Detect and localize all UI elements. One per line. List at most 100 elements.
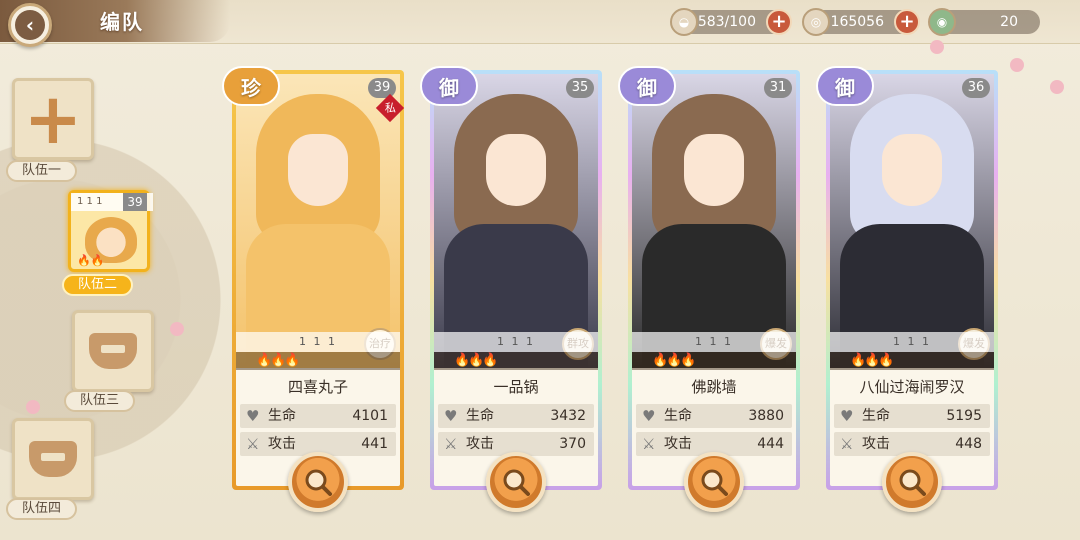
card-body: 36 爆发 1 1 1 🔥🔥🔥 八仙过海闹罗汉 ♥ 生命 5195 ⚔ 攻击 4… <box>830 74 994 486</box>
card-body: 35 群攻 1 1 1 🔥🔥🔥 一品锅 ♥ 生命 3432 ⚔ 攻击 370 <box>434 74 598 486</box>
character-card[interactable]: 31 爆发 1 1 1 🔥🔥🔥 佛跳墙 ♥ 生命 3880 ⚔ 攻击 444 御 <box>618 66 800 512</box>
seasoning-row: 1 1 1 <box>236 332 400 352</box>
flame-icon: 🔥🔥🔥 <box>632 352 796 370</box>
attack-value: 370 <box>559 436 586 452</box>
team-slot-box[interactable] <box>72 310 154 392</box>
character-name: 四喜丸子 <box>287 378 348 396</box>
seasoning-row: 1 1 1 <box>434 332 598 352</box>
hp-value: 3432 <box>550 408 586 424</box>
sword-icon: ⚔ <box>444 435 458 453</box>
mini-level-badge: 39 <box>123 193 147 211</box>
character-name: 佛跳墙 <box>691 378 737 396</box>
page-title: 编队 <box>100 10 144 34</box>
empty-bowl-icon <box>89 333 137 369</box>
resource-coin-value: 165056 <box>830 14 884 30</box>
seasoning-row: 1 1 1 <box>632 332 796 352</box>
resource-jade: ◉ 20 <box>928 8 1040 36</box>
hp-stat: ♥ 生命 4101 <box>240 404 396 428</box>
chevron-left-icon: ‹ <box>15 10 45 40</box>
top-bar: ‹ 编队 ◒ 1583/100 + ◎ 165056 + ◉ 20 <box>0 0 1080 47</box>
blossom-decoration <box>930 40 944 54</box>
level-badge: 35 <box>566 78 594 98</box>
magnifier-icon <box>701 469 728 496</box>
hp-stat: ♥ 生命 5195 <box>834 404 990 428</box>
sword-icon: ⚔ <box>642 435 656 453</box>
team-slot-box[interactable]: + <box>12 78 94 160</box>
blossom-decoration <box>1050 80 1064 94</box>
resource-food: ◒ 1583/100 + <box>670 8 792 36</box>
coin-icon: ◎ <box>802 8 830 36</box>
hp-stat: ♥ 生命 3880 <box>636 404 792 428</box>
hp-value: 4101 <box>352 408 388 424</box>
flame-icon: 🔥🔥🔥 <box>236 352 400 370</box>
sword-icon: ⚔ <box>840 435 854 453</box>
level-badge: 36 <box>962 78 990 98</box>
face-shape <box>288 134 348 206</box>
add-food-button[interactable]: + <box>766 9 792 35</box>
character-card[interactable]: 39 治疗 1 1 1 🔥🔥🔥 四喜丸子 ♥ 生命 4101 ⚔ 攻击 441 … <box>222 66 405 512</box>
card-body: 39 治疗 1 1 1 🔥🔥🔥 四喜丸子 ♥ 生命 4101 ⚔ 攻击 441 <box>236 74 400 486</box>
character-portrait <box>830 74 994 368</box>
heart-icon: ♥ <box>642 407 656 425</box>
jade-icon: ◉ <box>928 8 956 36</box>
team-slot-box[interactable]: 1 1 1 39 🔥🔥 <box>68 190 153 272</box>
character-portrait <box>236 74 400 368</box>
hp-label: 生命 <box>268 408 296 424</box>
character-card[interactable]: 36 爆发 1 1 1 🔥🔥🔥 八仙过海闹罗汉 ♥ 生命 5195 ⚔ 攻击 4… <box>816 66 998 512</box>
plus-icon: + <box>23 78 83 160</box>
character-portrait <box>632 74 796 368</box>
card-body: 31 爆发 1 1 1 🔥🔥🔥 佛跳墙 ♥ 生命 3880 ⚔ 攻击 444 <box>632 74 796 486</box>
rarity-badge: 珍 <box>222 66 280 106</box>
rarity-badge: 御 <box>618 66 676 106</box>
character-card[interactable]: 35 群攻 1 1 1 🔥🔥🔥 一品锅 ♥ 生命 3432 ⚔ 攻击 370 御 <box>420 66 602 512</box>
hp-label: 生命 <box>862 408 890 424</box>
team-slot-label: 队伍二 <box>62 274 134 296</box>
character-portrait <box>434 74 598 368</box>
blossom-decoration <box>170 322 184 336</box>
flame-icon: 🔥🔥🔥 <box>830 352 994 370</box>
food-bowl-icon: ◒ <box>670 8 698 36</box>
team-slot-box[interactable] <box>12 418 94 500</box>
attack-label: 攻击 <box>862 436 890 452</box>
add-coin-button[interactable]: + <box>894 9 920 35</box>
hp-stat: ♥ 生命 3432 <box>438 404 594 428</box>
magnifier-icon <box>503 469 530 496</box>
level-badge: 31 <box>764 78 792 98</box>
empty-bowl-icon <box>29 441 77 477</box>
attack-label: 攻击 <box>268 436 296 452</box>
view-details-button[interactable] <box>684 452 744 512</box>
resource-jade-value: 20 <box>1000 14 1018 30</box>
heart-icon: ♥ <box>840 407 854 425</box>
team-slot-label: 队伍一 <box>6 160 78 182</box>
attack-value: 441 <box>361 436 388 452</box>
resource-food-value: 1583/100 <box>688 14 756 30</box>
attack-label: 攻击 <box>466 436 494 452</box>
blossom-decoration <box>26 400 40 414</box>
magnifier-icon <box>899 469 926 496</box>
hp-label: 生命 <box>664 408 692 424</box>
attack-label: 攻击 <box>664 436 692 452</box>
view-details-button[interactable] <box>882 452 942 512</box>
flame-icon: 🔥🔥🔥 <box>434 352 598 370</box>
rarity-badge: 御 <box>420 66 478 106</box>
rarity-badge: 御 <box>816 66 874 106</box>
blossom-decoration <box>1010 58 1024 72</box>
heart-icon: ♥ <box>444 407 458 425</box>
view-details-button[interactable] <box>486 452 546 512</box>
magnifier-icon <box>305 469 332 496</box>
hp-label: 生命 <box>466 408 494 424</box>
hp-value: 3880 <box>748 408 784 424</box>
back-button[interactable]: ‹ <box>8 3 52 47</box>
seasoning-row: 1 1 1 <box>830 332 994 352</box>
view-details-button[interactable] <box>288 452 348 512</box>
sword-icon: ⚔ <box>246 435 260 453</box>
hp-value: 5195 <box>946 408 982 424</box>
attack-value: 448 <box>955 436 982 452</box>
team-slot-label: 队伍四 <box>6 498 78 520</box>
heart-icon: ♥ <box>246 407 260 425</box>
face-shape <box>486 134 546 206</box>
resource-coin: ◎ 165056 + <box>802 8 920 36</box>
face-shape <box>882 134 942 206</box>
flame-icon: 🔥🔥 <box>77 254 105 267</box>
character-name: 一品锅 <box>493 378 539 396</box>
